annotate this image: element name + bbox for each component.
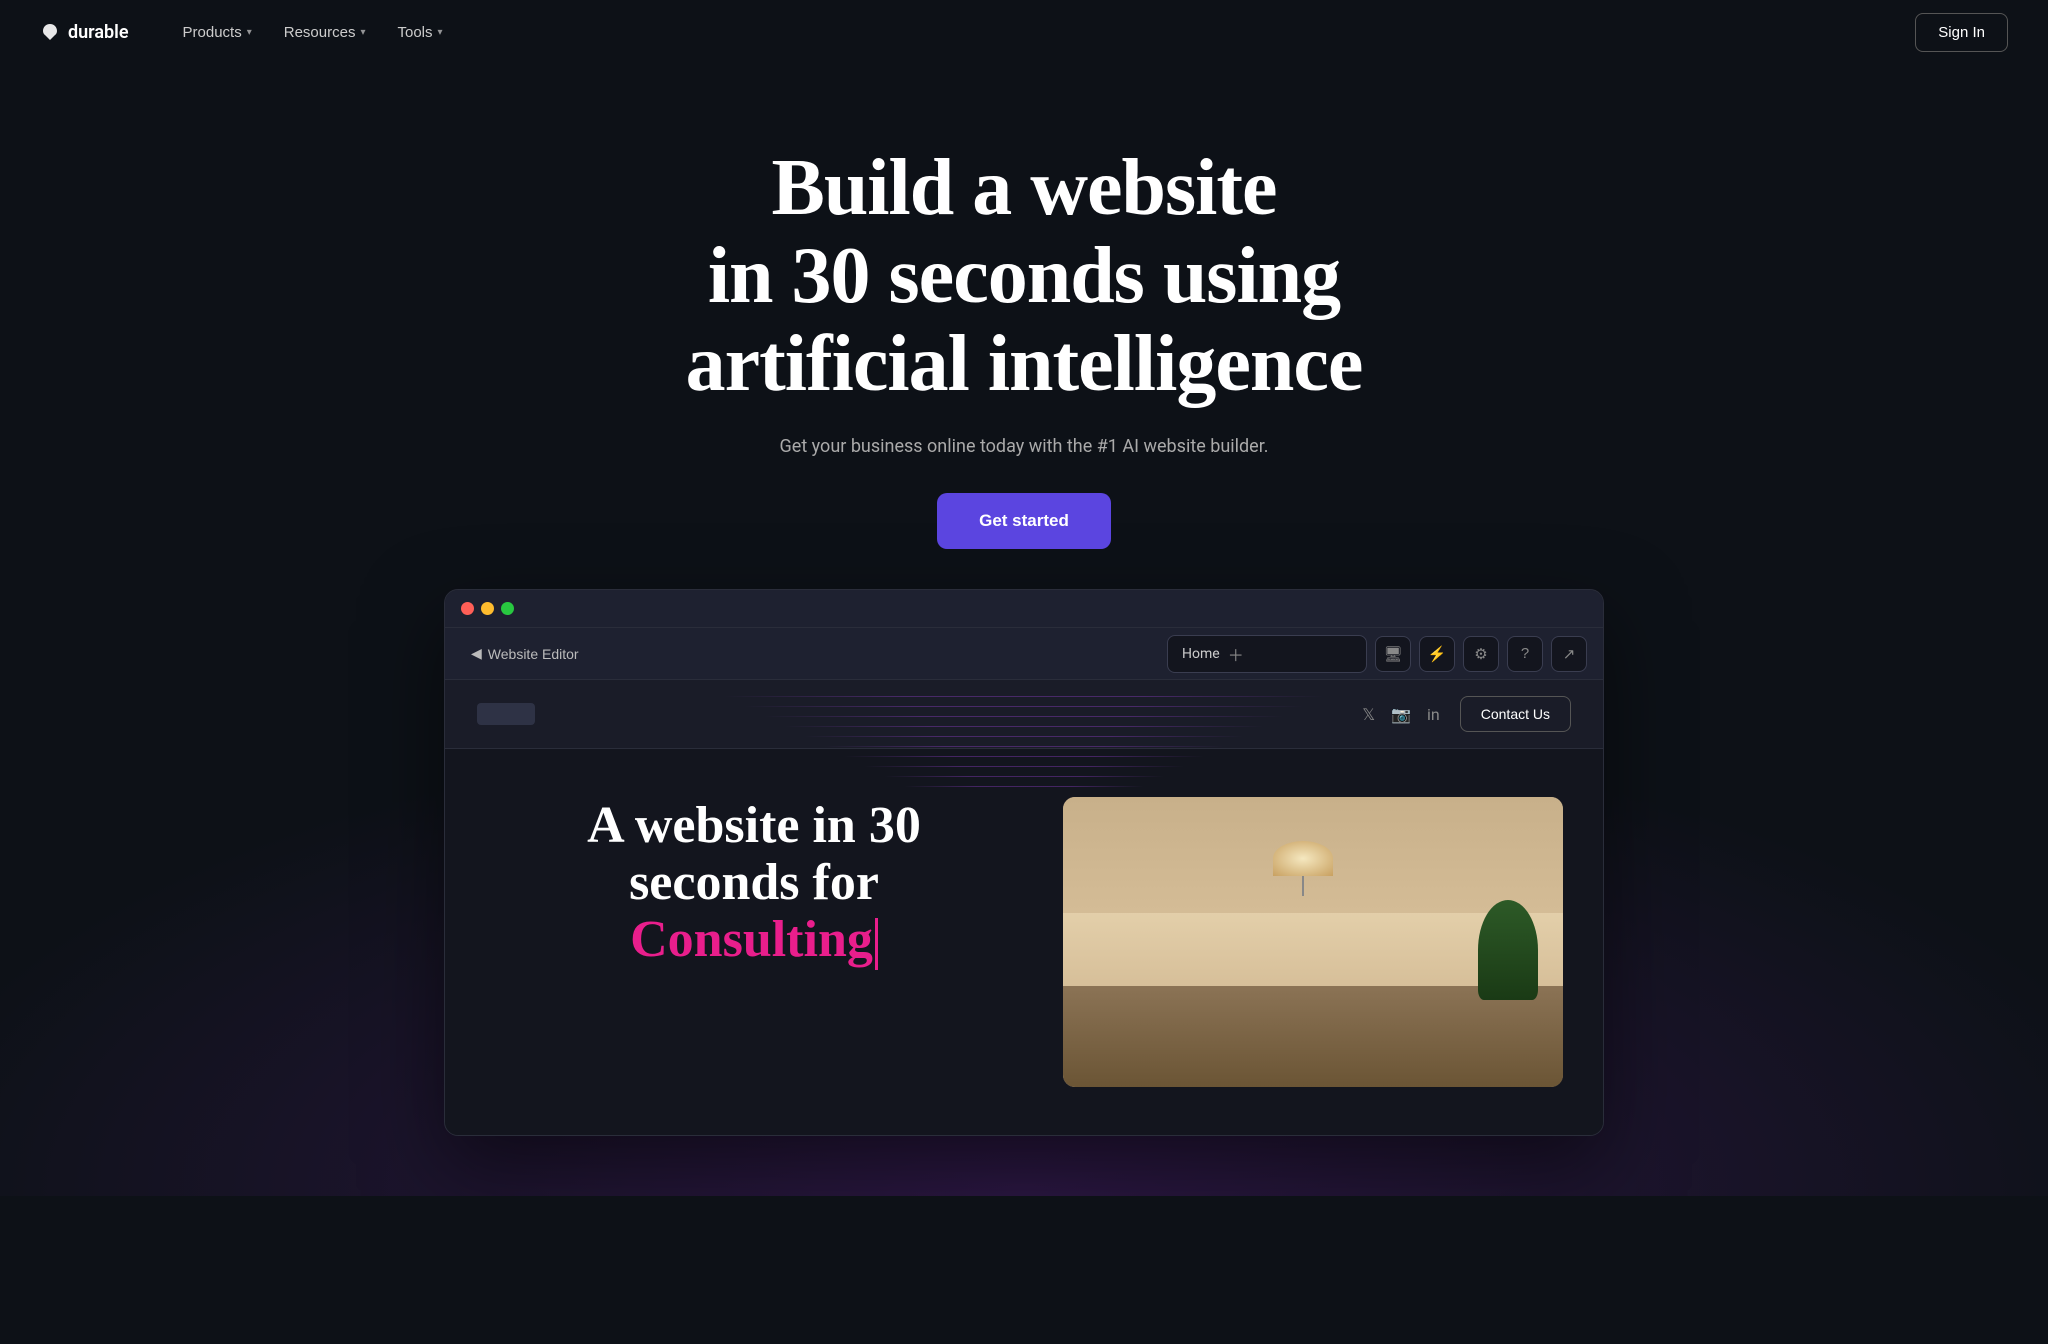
sign-in-button[interactable]: Sign In bbox=[1915, 13, 2008, 52]
preview-room-image bbox=[1063, 797, 1563, 1087]
nav-links: Products ▾ Resources ▾ Tools ▾ bbox=[169, 16, 1042, 49]
browser-mockup: ◀ Website Editor Home ＋ 🖥 ⚡ ⚙ ? ↗ bbox=[444, 589, 1604, 1136]
monitor-icon-button[interactable]: 🖥 bbox=[1375, 636, 1411, 672]
close-dot[interactable] bbox=[461, 602, 474, 615]
logo-text: durable bbox=[68, 22, 129, 43]
logo[interactable]: durable bbox=[40, 22, 129, 43]
navigation: durable Products ▾ Resources ▾ Tools ▾ S… bbox=[0, 0, 2048, 64]
browser-chrome bbox=[445, 590, 1603, 628]
instagram-icon[interactable]: 📷 bbox=[1391, 705, 1411, 724]
preview-content: A website in 30 seconds for Consulting bbox=[445, 749, 1603, 1135]
help-icon: ? bbox=[1521, 645, 1529, 662]
plant-decoration bbox=[1478, 900, 1538, 1000]
preview-text: A website in 30 seconds for Consulting bbox=[485, 797, 1023, 1087]
chevron-down-icon: ▾ bbox=[360, 27, 365, 38]
lamp-cord bbox=[1302, 876, 1304, 896]
preview-logo-placeholder bbox=[477, 703, 535, 725]
editor-toolbar: ◀ Website Editor Home ＋ 🖥 ⚡ ⚙ ? ↗ bbox=[445, 628, 1603, 680]
external-link-icon: ↗ bbox=[1563, 645, 1576, 663]
durable-logo-icon bbox=[40, 22, 60, 42]
lamp-shade bbox=[1273, 841, 1333, 876]
url-text: Home bbox=[1182, 646, 1220, 662]
room-floor bbox=[1063, 986, 1563, 1088]
website-preview: 𝕏 📷 in Contact Us A website in 30 second… bbox=[445, 680, 1603, 1135]
social-icons: 𝕏 📷 in bbox=[1362, 705, 1440, 724]
preview-header: 𝕏 📷 in Contact Us bbox=[445, 680, 1603, 749]
contact-us-button[interactable]: Contact Us bbox=[1460, 696, 1571, 732]
preview-heading-accent: Consulting bbox=[630, 911, 873, 968]
minimize-dot[interactable] bbox=[481, 602, 494, 615]
back-button[interactable]: ◀ Website Editor bbox=[461, 639, 589, 668]
browser-dots bbox=[461, 602, 514, 615]
text-cursor bbox=[875, 918, 878, 970]
lightning-icon-button[interactable]: ⚡ bbox=[1419, 636, 1455, 672]
lamp bbox=[1263, 841, 1343, 901]
hero-headline: Build a website in 30 seconds using arti… bbox=[574, 144, 1474, 408]
linkedin-icon[interactable]: in bbox=[1427, 705, 1440, 724]
url-bar[interactable]: Home ＋ bbox=[1167, 635, 1367, 673]
lightning-icon: ⚡ bbox=[1428, 645, 1447, 663]
website-editor-label: Website Editor bbox=[488, 646, 579, 662]
monitor-icon: 🖥 bbox=[1383, 645, 1402, 663]
room-illustration bbox=[1063, 797, 1563, 1087]
chevron-down-icon: ▾ bbox=[438, 27, 443, 38]
hero-section: Build a website in 30 seconds using arti… bbox=[0, 64, 2048, 1196]
url-plus-icon[interactable]: ＋ bbox=[1228, 642, 1244, 666]
back-arrow-icon: ◀ bbox=[471, 645, 482, 662]
chevron-down-icon: ▾ bbox=[247, 27, 252, 38]
hero-subheadline: Get your business online today with the … bbox=[20, 436, 2028, 457]
help-icon-button[interactable]: ? bbox=[1507, 636, 1543, 672]
nav-resources[interactable]: Resources ▾ bbox=[270, 16, 380, 49]
gear-icon: ⚙ bbox=[1474, 645, 1487, 663]
nav-tools[interactable]: Tools ▾ bbox=[383, 16, 456, 49]
nav-products[interactable]: Products ▾ bbox=[169, 16, 266, 49]
get-started-button[interactable]: Get started bbox=[937, 493, 1111, 549]
gear-icon-button[interactable]: ⚙ bbox=[1463, 636, 1499, 672]
maximize-dot[interactable] bbox=[501, 602, 514, 615]
preview-heading: A website in 30 seconds for Consulting bbox=[485, 797, 1023, 970]
external-link-icon-button[interactable]: ↗ bbox=[1551, 636, 1587, 672]
twitter-icon[interactable]: 𝕏 bbox=[1362, 705, 1375, 724]
